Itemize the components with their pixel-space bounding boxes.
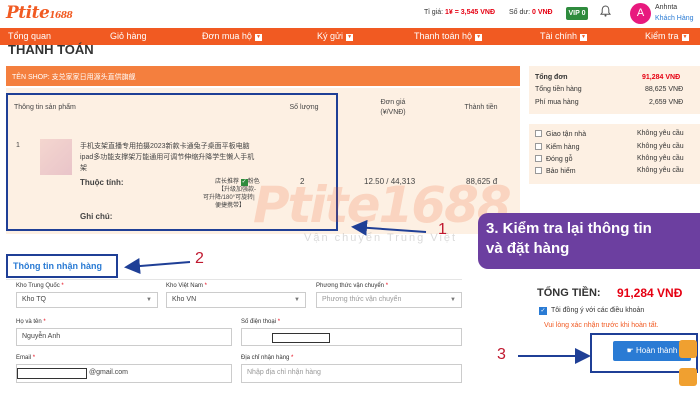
required-mark: * [32,355,36,361]
kho-vn-label: Kho Việt Nam * [166,283,207,289]
required-mark: * [277,319,281,325]
grand-total-label: TỔNG TIỀN: [537,287,601,299]
name-label: Họ và tên * [16,319,46,325]
redacted-phone [272,333,330,343]
terms-label: Tôi đồng ý với các điều khoản [551,307,645,314]
shipping-method-select[interactable]: Phương thức vận chuyển ▼ [316,292,462,308]
grand-total-value: 91,284 VNĐ [617,286,683,300]
arrow-2 [124,258,191,275]
annotation-number-2: 2 [195,250,204,267]
confirm-warning: Vui lòng xác nhận trước khi hoàn tất. [544,322,659,329]
callout-line2: và đặt hàng [486,240,570,257]
field-label: Số điện thoại [241,319,277,325]
field-label: Kho Việt Nam [166,283,203,289]
email-label: Email * [16,355,35,361]
side-widget-icon[interactable] [679,368,697,386]
select-value: Kho TQ [22,296,46,303]
select-placeholder: Phương thức vận chuyển [322,296,402,303]
field-label: Email [16,355,32,361]
full-name-input[interactable]: Nguyễn Anh [16,328,232,346]
kho-vn-select[interactable]: Kho VN ▼ [166,292,306,308]
field-label: Địa chỉ nhận hàng [241,355,290,361]
phone-input[interactable] [241,328,462,346]
annotation-number-1: 1 [438,221,447,238]
email-input[interactable]: @gmail.com [16,364,232,383]
field-label: Phương thức vận chuyển [316,283,385,289]
chevron-down-icon: ▼ [294,297,300,303]
side-widget-icon[interactable] [679,340,697,358]
select-value: Kho VN [172,296,197,303]
arrow-1 [351,219,427,236]
instruction-callout: 3. Kiểm tra lại thông tin và đặt hàng [478,213,700,269]
redacted-email [17,368,87,379]
receiver-section-title: Thông tin nhận hàng [6,254,118,278]
address-input[interactable]: Nhập địa chỉ nhận hàng [241,364,462,383]
terms-agreement[interactable]: ✓ Tôi đồng ý với các điều khoản [539,307,644,315]
required-mark: * [61,283,64,289]
checkbox-checked-icon[interactable]: ✓ [539,307,547,315]
address-label: Địa chỉ nhận hàng * [241,355,293,361]
chevron-down-icon: ▼ [450,297,456,303]
required-mark: * [385,283,389,289]
required-mark: * [291,355,294,361]
chevron-down-icon: ▼ [146,297,152,303]
required-mark: * [204,283,207,289]
field-label: Họ và tên [16,319,42,325]
field-label: Kho Trung Quốc [16,283,60,289]
shipping-method-label: Phương thức vận chuyển * [316,283,388,289]
email-domain: @gmail.com [89,369,129,376]
kho-tq-label: Kho Trung Quốc * [16,283,64,289]
phone-label: Số điện thoại * [241,319,280,325]
divider [6,279,462,280]
callout-line1: 3. Kiểm tra lại thông tin [486,220,652,237]
required-mark: * [43,319,46,325]
annotation-number-3: 3 [497,346,506,363]
kho-tq-select[interactable]: Kho TQ ▼ [16,292,158,308]
